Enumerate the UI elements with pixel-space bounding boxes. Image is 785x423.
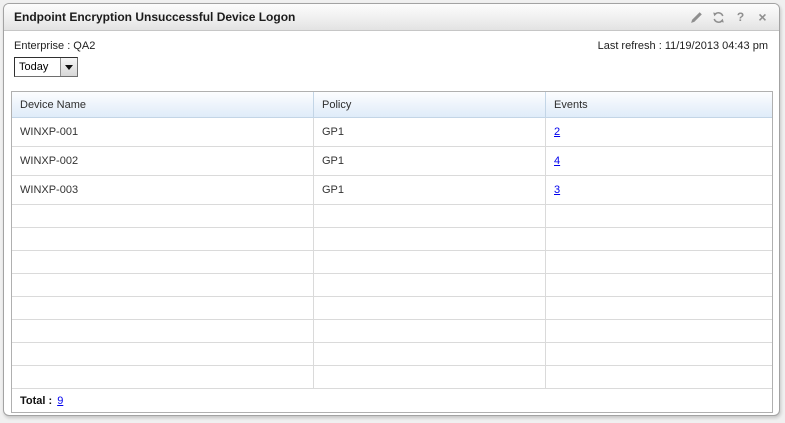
empty-cell — [545, 251, 772, 273]
empty-cell — [313, 297, 545, 319]
table-row-empty — [12, 366, 772, 389]
empty-cell — [545, 343, 772, 365]
chevron-down-icon — [65, 65, 73, 70]
empty-cell — [313, 366, 545, 388]
device-name-cell: WINXP-003 — [12, 176, 313, 204]
edit-icon[interactable] — [690, 10, 703, 24]
empty-cell — [12, 343, 313, 365]
time-range-selected-value: Today — [15, 58, 60, 76]
empty-cell — [313, 228, 545, 250]
events-count-link[interactable]: 4 — [554, 155, 560, 167]
widget-meta-row: Enterprise : QA2 Last refresh : 11/19/20… — [14, 40, 768, 52]
empty-cell — [12, 205, 313, 227]
table-row-empty — [12, 251, 772, 274]
combobox-dropdown-button[interactable] — [60, 58, 77, 76]
empty-cell — [545, 366, 772, 388]
empty-cell — [313, 343, 545, 365]
table-row-empty — [12, 228, 772, 251]
events-cell: 4 — [545, 147, 772, 175]
table-row-empty — [12, 343, 772, 366]
device-name-cell: WINXP-002 — [12, 147, 313, 175]
column-header-events: Events — [545, 92, 772, 117]
empty-cell — [545, 274, 772, 296]
close-icon[interactable]: × — [756, 10, 769, 24]
table-footer: Total : 9 — [12, 389, 772, 412]
enterprise-label: Enterprise : QA2 — [14, 40, 95, 52]
empty-cell — [12, 228, 313, 250]
empty-cell — [313, 274, 545, 296]
policy-cell: GP1 — [313, 118, 545, 146]
empty-cell — [12, 366, 313, 388]
table-row-empty — [12, 205, 772, 228]
empty-cell — [12, 320, 313, 342]
widget-title: Endpoint Encryption Unsuccessful Device … — [14, 10, 690, 24]
help-icon[interactable]: ? — [734, 10, 747, 24]
column-header-device-name: Device Name — [12, 92, 313, 117]
empty-cell — [12, 274, 313, 296]
events-cell: 3 — [545, 176, 772, 204]
events-count-link[interactable]: 2 — [554, 126, 560, 138]
empty-cell — [545, 297, 772, 319]
empty-cell — [313, 205, 545, 227]
last-refresh-label: Last refresh : 11/19/2013 04:43 pm — [598, 40, 768, 52]
empty-cell — [545, 320, 772, 342]
device-name-cell: WINXP-001 — [12, 118, 313, 146]
empty-cell — [545, 228, 772, 250]
table-row: WINXP-001 GP1 2 — [12, 118, 772, 147]
refresh-icon[interactable] — [712, 10, 725, 24]
empty-cell — [545, 205, 772, 227]
column-header-policy: Policy — [313, 92, 545, 117]
table-row-empty — [12, 274, 772, 297]
empty-cell — [12, 297, 313, 319]
table-header-row: Device Name Policy Events — [12, 92, 772, 118]
table-row: WINXP-002 GP1 4 — [12, 147, 772, 176]
table-row: WINXP-003 GP1 3 — [12, 176, 772, 205]
widget-toolbar: ? × — [690, 10, 769, 24]
device-logon-table: Device Name Policy Events WINXP-001 GP1 … — [11, 91, 773, 413]
widget-titlebar: Endpoint Encryption Unsuccessful Device … — [4, 4, 779, 31]
events-cell: 2 — [545, 118, 772, 146]
total-count-link[interactable]: 9 — [57, 395, 63, 407]
widget-endpoint-encryption-unsuccessful-device-logon: Endpoint Encryption Unsuccessful Device … — [3, 3, 780, 416]
empty-cell — [313, 251, 545, 273]
table-row-empty — [12, 297, 772, 320]
total-label: Total : — [20, 395, 52, 407]
empty-cell — [12, 251, 313, 273]
time-range-select[interactable]: Today — [14, 57, 78, 77]
policy-cell: GP1 — [313, 176, 545, 204]
events-count-link[interactable]: 3 — [554, 184, 560, 196]
table-row-empty — [12, 320, 772, 343]
policy-cell: GP1 — [313, 147, 545, 175]
empty-cell — [313, 320, 545, 342]
